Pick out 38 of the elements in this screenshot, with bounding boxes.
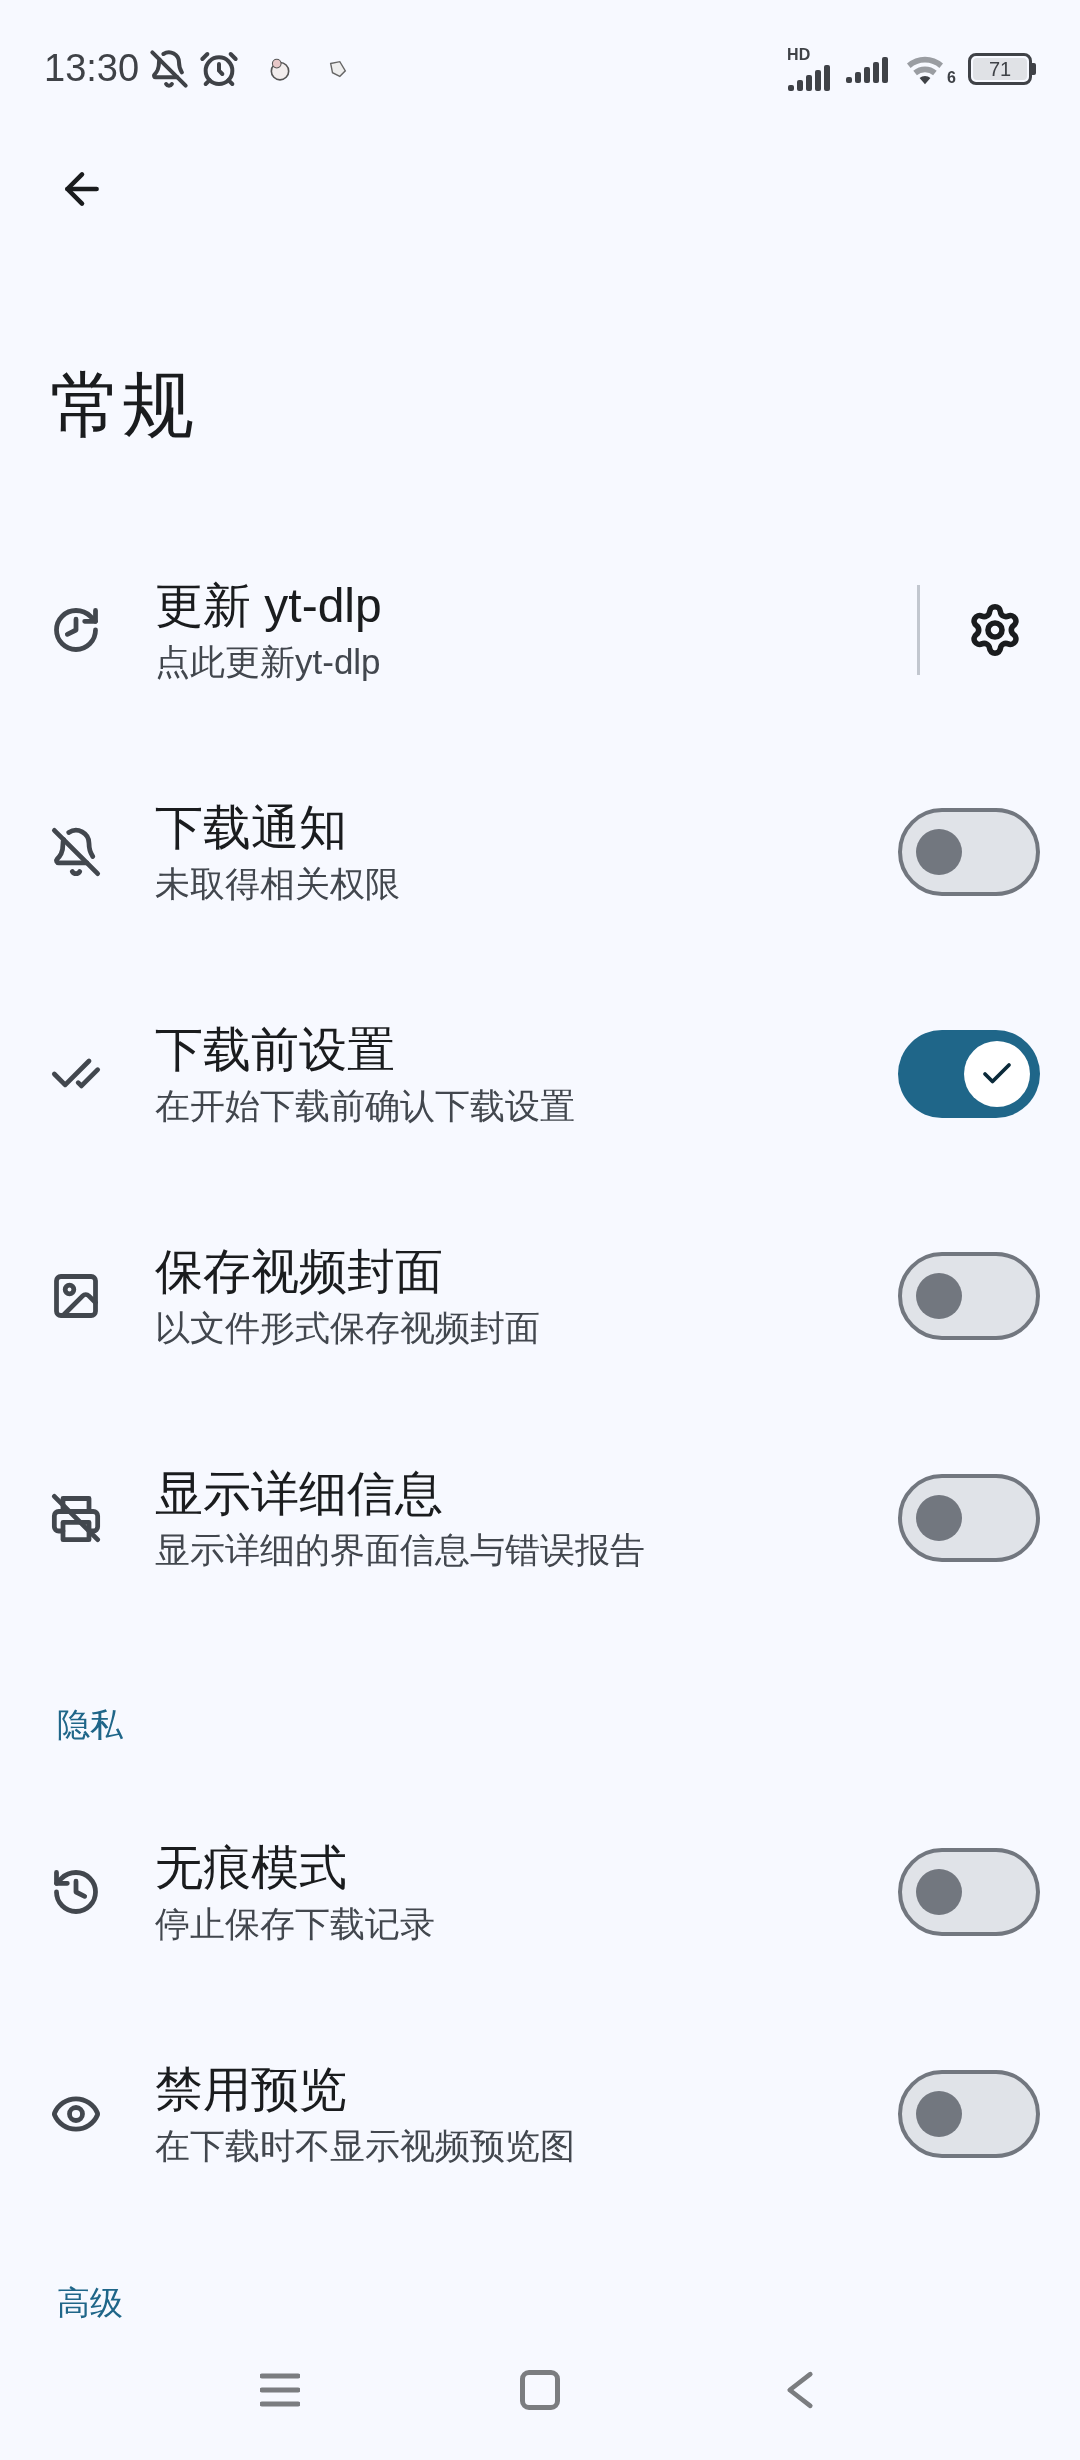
- setting-title: 显示详细信息: [155, 1466, 444, 1522]
- setting-subtitle: 停止保存下载记录: [155, 1903, 436, 1945]
- bell-off-icon: [149, 48, 190, 89]
- setting-title: 下载前设置: [155, 1022, 396, 1078]
- section-header: 隐私: [57, 1706, 123, 1743]
- setting-subtitle: 显示详细的界面信息与错误报告: [155, 1529, 646, 1571]
- toggle-thumb: [916, 1869, 962, 1915]
- page-title: 常规: [50, 363, 194, 447]
- setting-subtitle: 在下载时不显示视频预览图: [155, 2125, 576, 2167]
- status-time: 13:30: [44, 46, 140, 91]
- toggle-thumb: [916, 2091, 962, 2137]
- wifi-label: 6: [947, 68, 956, 87]
- settings-row[interactable]: 下载通知 未取得相关权限: [0, 741, 1080, 963]
- setting-title: 禁用预览: [155, 2062, 348, 2118]
- setting-title: 无痕模式: [155, 1840, 348, 1896]
- network-label: HD: [787, 46, 811, 63]
- settings-row[interactable]: 下载前设置 在开始下载前确认下载设置: [0, 963, 1080, 1185]
- setting-subtitle: 点此更新yt-dlp: [155, 641, 382, 683]
- toggle-thumb: [916, 829, 962, 875]
- settings-row[interactable]: 禁用预览 在下载时不显示视频预览图: [0, 2003, 1080, 2225]
- home-icon: [520, 2370, 560, 2410]
- toggle-thumb: [916, 1273, 962, 1319]
- setting-subtitle: 未取得相关权限: [155, 863, 401, 905]
- setting-title: 更新 yt-dlp: [155, 578, 383, 634]
- setting-title: 保存视频封面: [155, 1244, 444, 1300]
- settings-row[interactable]: 保存视频封面 以文件形式保存视频封面: [0, 1185, 1080, 1407]
- back-icon: [786, 2370, 814, 2410]
- settings-row[interactable]: 无痕模式 停止保存下载记录: [0, 1781, 1080, 2003]
- toggle-thumb: [916, 1495, 962, 1541]
- bell-off-icon: [50, 826, 102, 878]
- setting-subtitle: 以文件形式保存视频封面: [155, 1307, 541, 1349]
- battery-indicator: 71: [968, 52, 1032, 85]
- section-header: 高级: [57, 2284, 123, 2321]
- printer-off-icon: [50, 1492, 102, 1544]
- settings-row[interactable]: 更新 yt-dlp 点此更新yt-dlp: [0, 519, 1080, 741]
- settings-row[interactable]: 显示详细信息 显示详细的界面信息与错误报告: [0, 1407, 1080, 1629]
- setting-title: 下载通知: [155, 800, 348, 856]
- setting-subtitle: 在开始下载前确认下载设置: [155, 1085, 576, 1127]
